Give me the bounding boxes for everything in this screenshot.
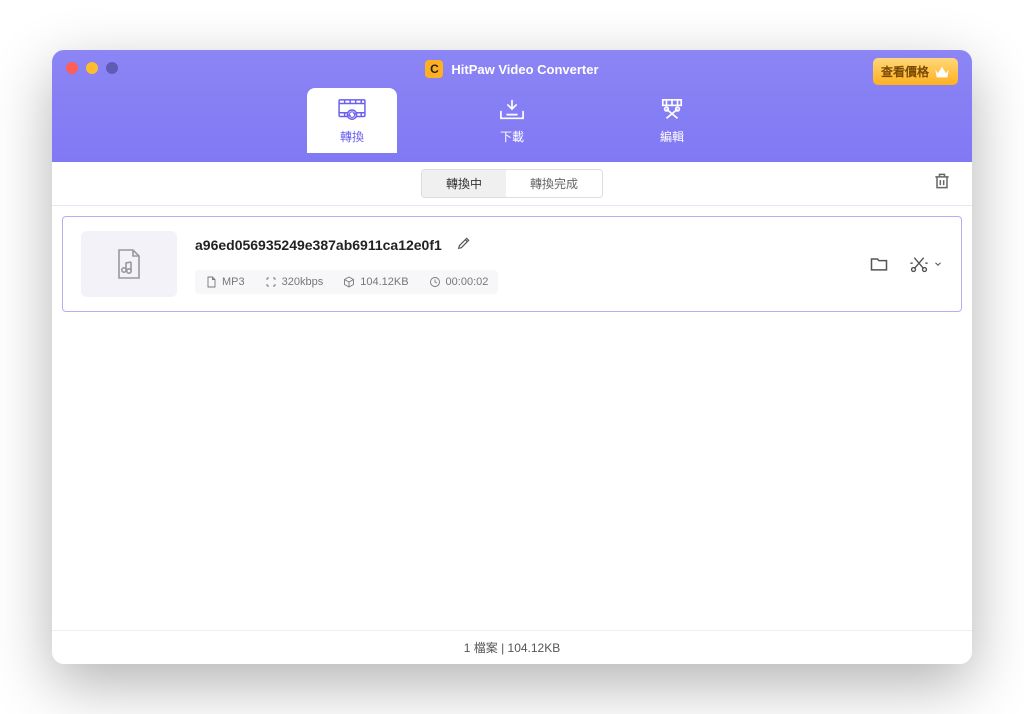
- tab-edit[interactable]: 編輯: [627, 88, 717, 153]
- status-tab-completed-label: 轉換完成: [530, 177, 578, 191]
- convert-icon: [337, 98, 367, 122]
- cube-icon: [343, 276, 355, 288]
- download-icon: [497, 98, 527, 122]
- tab-download-label: 下載: [500, 128, 524, 145]
- app-logo-icon: C: [425, 60, 443, 78]
- meta-bitrate-value: 320kbps: [282, 276, 324, 288]
- footer: 1 檔案 | 104.12KB: [52, 630, 972, 664]
- tab-convert-label: 轉換: [340, 128, 364, 145]
- footer-text: 1 檔案 | 104.12KB: [464, 639, 561, 656]
- trash-icon: [932, 171, 952, 191]
- file-title-row: a96ed056935249e387ab6911ca12e0f1: [195, 235, 850, 256]
- main-nav: 轉換 下載 編輯: [52, 88, 972, 153]
- resolution-icon: [265, 276, 277, 288]
- file-row[interactable]: a96ed056935249e387ab6911ca12e0f1 MP3: [62, 216, 962, 312]
- file-icon: [205, 276, 217, 288]
- traffic-lights: [66, 62, 118, 74]
- title-bar: C HitPaw Video Converter: [52, 50, 972, 78]
- maximize-window-button[interactable]: [106, 62, 118, 74]
- clock-icon: [429, 276, 441, 288]
- tab-edit-label: 編輯: [660, 128, 684, 145]
- meta-bitrate: 320kbps: [265, 276, 324, 288]
- status-tab-converting[interactable]: 轉換中: [422, 170, 506, 197]
- status-tab-completed[interactable]: 轉換完成: [506, 170, 602, 197]
- minimize-window-button[interactable]: [86, 62, 98, 74]
- folder-icon: [868, 254, 890, 274]
- view-pricing-label: 查看價格: [881, 63, 929, 80]
- header: C HitPaw Video Converter 查看價格: [52, 50, 972, 162]
- audio-file-icon: [115, 248, 143, 280]
- sub-header: 轉換中 轉換完成: [52, 162, 972, 206]
- file-name: a96ed056935249e387ab6911ca12e0f1: [195, 237, 442, 253]
- meta-format: MP3: [205, 276, 245, 288]
- delete-all-button[interactable]: [932, 171, 952, 196]
- file-thumbnail: [81, 231, 177, 297]
- file-info: a96ed056935249e387ab6911ca12e0f1 MP3: [195, 235, 850, 294]
- status-tabs: 轉換中 轉換完成: [421, 169, 603, 198]
- scissors-convert-icon: [908, 254, 930, 274]
- file-actions: [868, 254, 943, 274]
- edit-icon: [657, 98, 687, 122]
- meta-format-value: MP3: [222, 276, 245, 288]
- tab-download[interactable]: 下載: [467, 88, 557, 153]
- meta-size: 104.12KB: [343, 276, 408, 288]
- rename-button[interactable]: [456, 235, 472, 256]
- pencil-icon: [456, 235, 472, 251]
- app-logo-letter: C: [430, 62, 439, 76]
- close-window-button[interactable]: [66, 62, 78, 74]
- meta-size-value: 104.12KB: [360, 276, 408, 288]
- app-title: HitPaw Video Converter: [451, 62, 598, 77]
- meta-duration: 00:00:02: [429, 276, 489, 288]
- status-tab-converting-label: 轉換中: [446, 177, 482, 191]
- view-pricing-button[interactable]: 查看價格: [873, 58, 958, 85]
- app-window: C HitPaw Video Converter 查看價格: [52, 50, 972, 664]
- tab-convert[interactable]: 轉換: [307, 88, 397, 153]
- open-folder-button[interactable]: [868, 254, 890, 274]
- chevron-down-icon: [933, 259, 943, 269]
- content-area: a96ed056935249e387ab6911ca12e0f1 MP3: [52, 206, 972, 630]
- format-selector-button[interactable]: [908, 254, 943, 274]
- meta-duration-value: 00:00:02: [446, 276, 489, 288]
- crown-icon: [934, 65, 950, 79]
- meta-row: MP3 320kbps 104.12KB: [195, 270, 498, 294]
